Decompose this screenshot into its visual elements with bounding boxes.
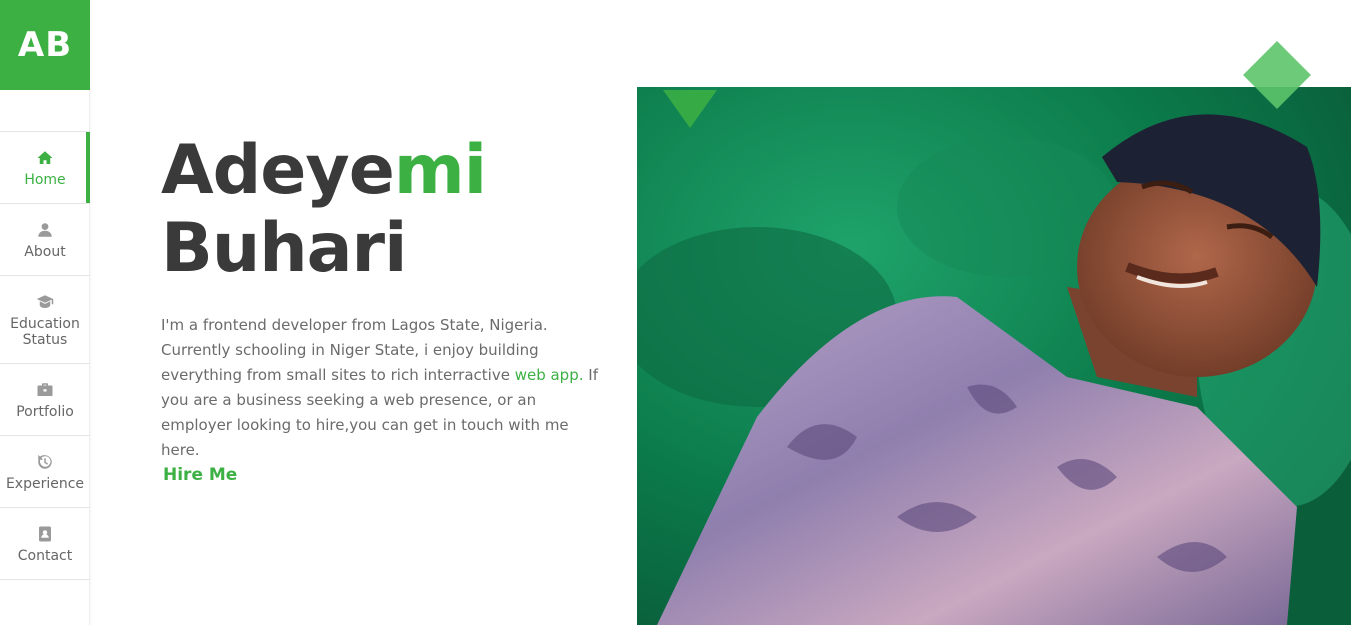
- graduation-cap-icon: [35, 292, 55, 312]
- sidebar: AB Home About Education Status Portfolio: [0, 0, 90, 625]
- address-book-icon: [35, 524, 55, 544]
- sidebar-item-label: Portfolio: [16, 403, 74, 420]
- web-app-link[interactable]: web app.: [515, 366, 584, 384]
- sidebar-item-portfolio[interactable]: Portfolio: [0, 364, 90, 436]
- hero-name-first: Adeye: [161, 131, 395, 210]
- hero-description-text: I'm a frontend developer from Lagos Stat…: [161, 316, 548, 384]
- sidebar-item-experience[interactable]: Experience: [0, 436, 90, 508]
- decorative-triangle: [663, 90, 717, 128]
- home-icon: [35, 148, 55, 168]
- sidebar-item-contact[interactable]: Contact: [0, 508, 90, 580]
- sidebar-item-label: Experience: [5, 475, 85, 492]
- sidebar-item-label: Contact: [17, 547, 73, 564]
- sidebar-nav: Home About Education Status Portfolio Ex…: [0, 131, 90, 580]
- user-icon: [35, 220, 55, 240]
- hire-me-button[interactable]: Hire Me: [163, 465, 237, 485]
- hero-name-heading: Adeyemi Buhari: [161, 131, 487, 288]
- history-icon: [35, 452, 55, 472]
- hero-name-last: Buhari: [161, 209, 407, 288]
- profile-photo: [637, 87, 1351, 625]
- sidebar-item-label: Education Status: [10, 315, 80, 348]
- hero-name-accent: mi: [393, 131, 487, 210]
- logo[interactable]: AB: [0, 0, 90, 90]
- hero-description: I'm a frontend developer from Lagos Stat…: [161, 313, 611, 463]
- sidebar-item-label: Home: [24, 171, 66, 188]
- sidebar-item-education-status[interactable]: Education Status: [0, 276, 90, 364]
- sidebar-item-about[interactable]: About: [0, 204, 90, 276]
- briefcase-icon: [35, 380, 55, 400]
- sidebar-item-label: About: [24, 243, 66, 260]
- sidebar-item-home[interactable]: Home: [0, 132, 90, 204]
